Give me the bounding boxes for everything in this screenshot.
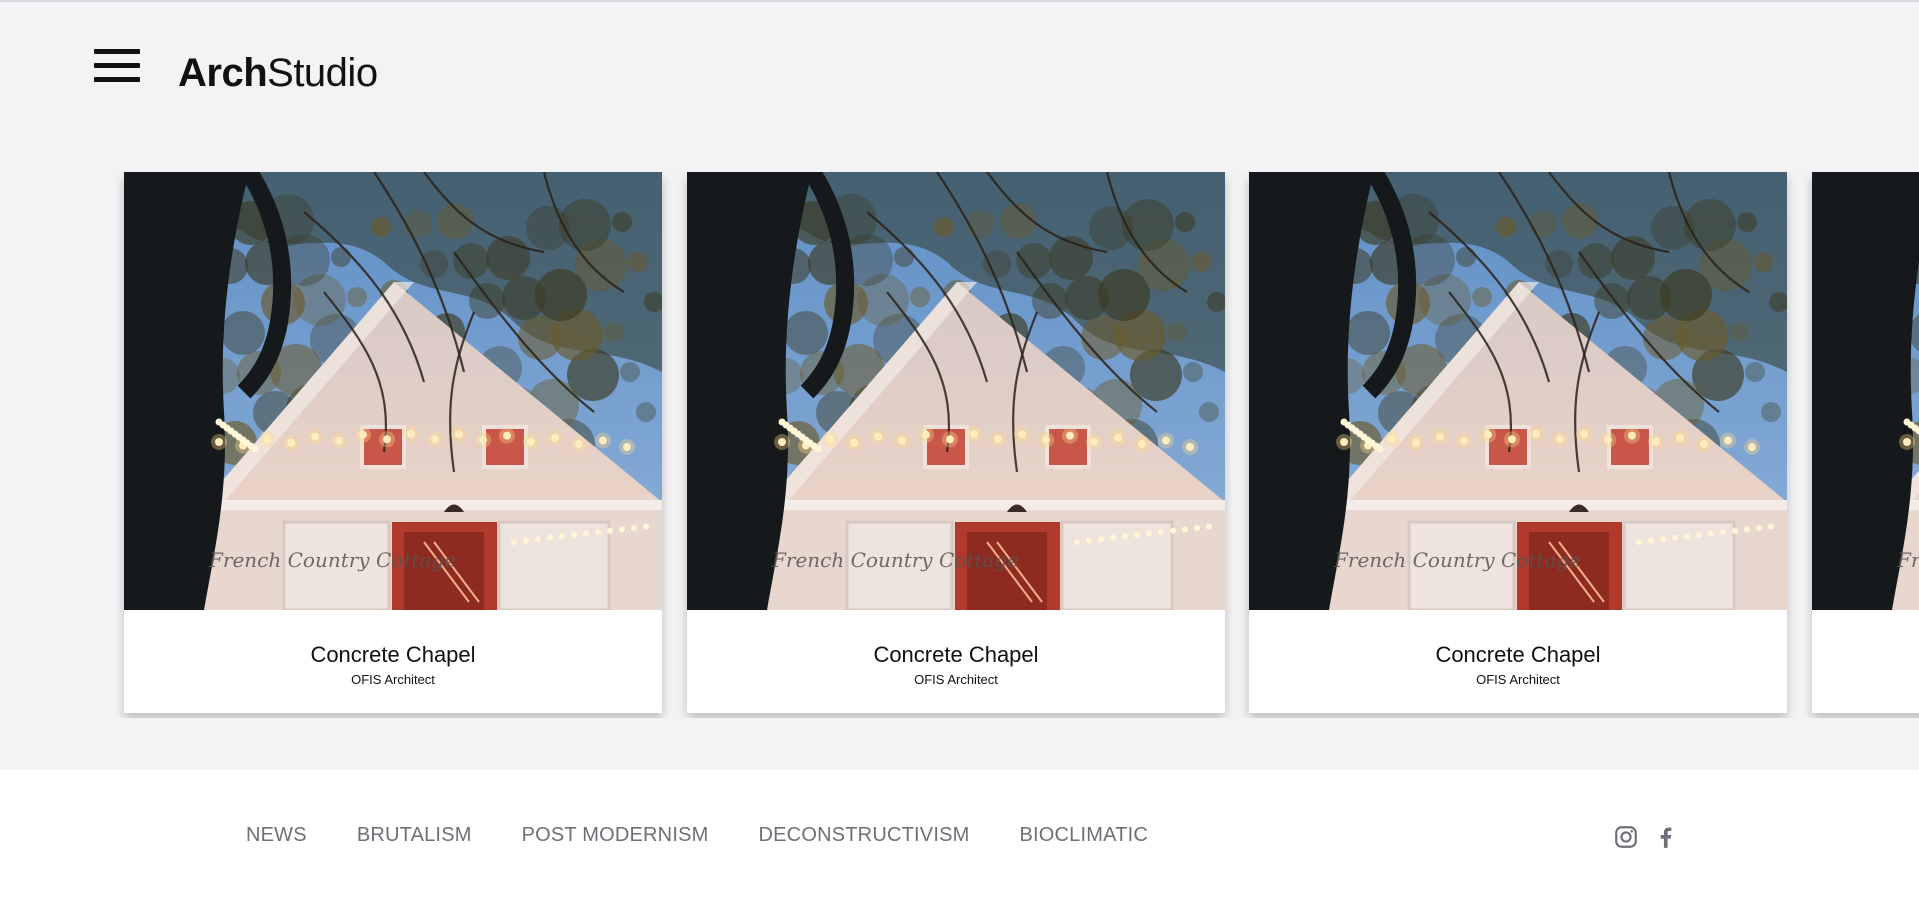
project-cards: French Country Cottage Concrete Chapel O… xyxy=(0,172,1919,718)
nav-link-deconstructivism[interactable]: DECONSTRUCTIVISM xyxy=(759,824,970,847)
project-title: Concrete Chapel xyxy=(1435,642,1601,667)
photo-caption-text: Fr xyxy=(1896,548,1919,572)
project-photo: French Country Cottage xyxy=(687,172,1225,610)
instagram-icon[interactable] xyxy=(1613,824,1639,850)
site-footer: NEWS BRUTALISM POST MODERNISM DECONSTRUC… xyxy=(0,770,1919,902)
project-title: Concrete Chapel xyxy=(310,642,476,667)
facebook-icon[interactable] xyxy=(1653,824,1679,850)
project-photo: French Country Cottage xyxy=(124,172,662,610)
project-card[interactable]: French Country Cottage Concrete Chapel O… xyxy=(1249,172,1787,713)
site-header: ArchStudio xyxy=(0,2,1919,142)
nav-link-news[interactable]: NEWS xyxy=(246,824,307,847)
logo-bold-text: Arch xyxy=(178,51,268,95)
hamburger-bar xyxy=(94,77,140,82)
project-architect: OFIS Architect xyxy=(351,672,435,687)
project-architect: OFIS Architect xyxy=(914,672,998,687)
social-links xyxy=(1613,824,1679,850)
project-title: Concrete Chapel xyxy=(873,642,1039,667)
photo-caption-text: French Country Cottage xyxy=(771,548,1019,572)
project-card[interactable]: French Country Cottage Concrete Chapel O… xyxy=(687,172,1225,713)
category-nav: NEWS BRUTALISM POST MODERNISM DECONSTRUC… xyxy=(246,824,1148,847)
site-logo[interactable]: ArchStudio xyxy=(178,49,378,97)
hamburger-bar xyxy=(94,49,140,54)
project-photo: French Country Cottage xyxy=(1249,172,1787,610)
project-architect: OFIS Architect xyxy=(1476,672,1560,687)
photo-caption-text: French Country Cottage xyxy=(1333,548,1581,572)
nav-link-post-modernism[interactable]: POST MODERNISM xyxy=(522,824,709,847)
photo-caption-text: French Country Cottage xyxy=(208,548,456,572)
hamburger-bar xyxy=(94,63,140,68)
project-photo: Fr xyxy=(1812,172,1919,610)
logo-light-text: Studio xyxy=(267,51,378,95)
project-card[interactable]: French Country Cottage Concrete Chapel O… xyxy=(124,172,662,713)
nav-link-bioclimatic[interactable]: BIOCLIMATIC xyxy=(1019,824,1148,847)
hamburger-menu-icon[interactable] xyxy=(94,47,140,85)
project-card[interactable]: Fr xyxy=(1812,172,1919,713)
nav-link-brutalism[interactable]: BRUTALISM xyxy=(357,824,472,847)
